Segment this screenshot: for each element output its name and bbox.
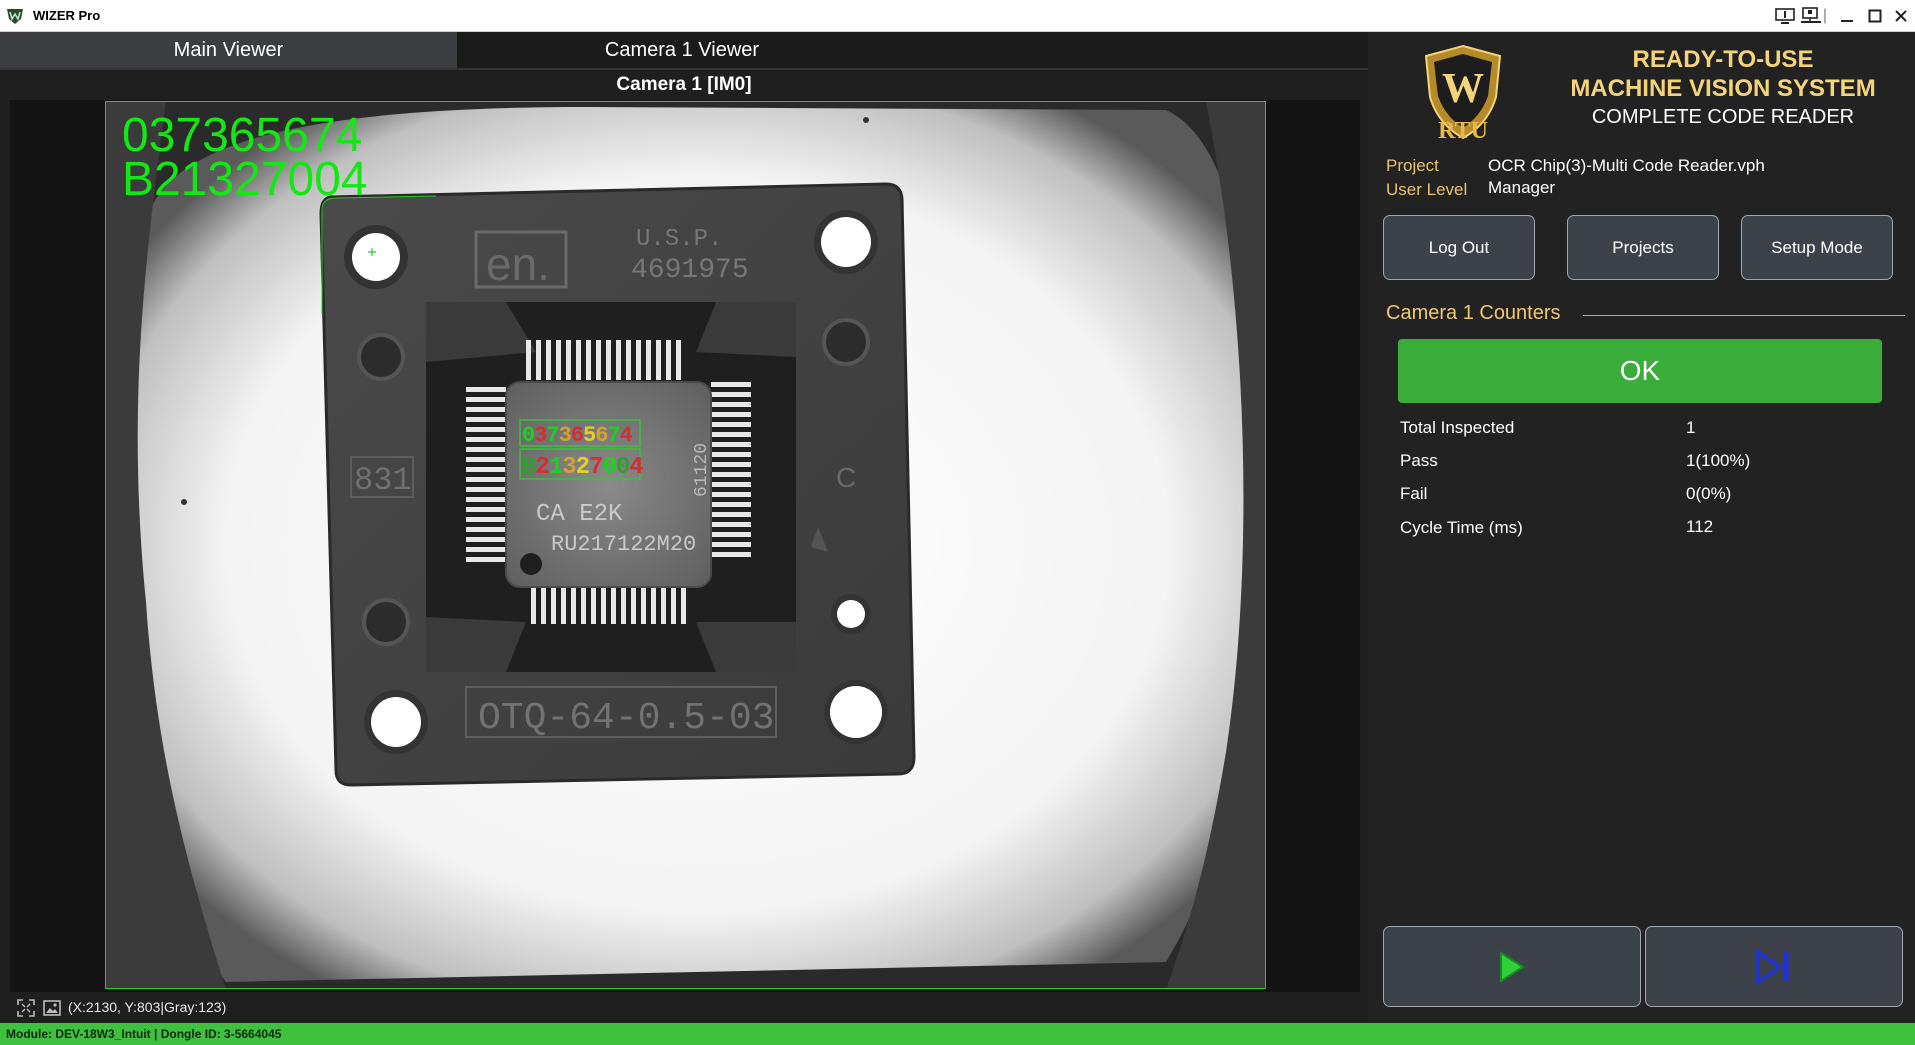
viewer-title: Camera 1 [IM0] xyxy=(616,74,752,95)
camera-image-frame[interactable]: en. U.S.P. 4691975 831 C OTQ-64-0.5-03 C… xyxy=(105,101,1266,989)
total-inspected-label: Total Inspected xyxy=(1400,418,1515,437)
status-text: Module: DEV-18W3_Intuit | Dongle ID: 3-5… xyxy=(6,1027,282,1041)
window-title: WIZER Pro xyxy=(33,8,101,23)
control-panel: W RTU READY-TO-USE MACHINE VISION SYSTEM… xyxy=(1368,32,1915,1023)
image-viewport[interactable]: en. U.S.P. 4691975 831 C OTQ-64-0.5-03 C… xyxy=(10,100,1360,992)
chip-text-line1: CA E2K xyxy=(536,501,623,528)
counters-divider xyxy=(1583,315,1905,316)
separator: | xyxy=(1822,7,1828,24)
brand-line-1: READY-TO-USE xyxy=(1632,46,1814,73)
socket-number-text: 831 xyxy=(354,462,412,499)
run-button[interactable] xyxy=(1383,926,1641,1007)
pass-value: 1(100%) xyxy=(1686,451,1751,470)
chip-side-text: 61120 xyxy=(692,443,712,497)
logo-rtu-text: RTU xyxy=(1438,118,1488,142)
step-forward-icon xyxy=(1756,948,1789,985)
pass-label: Pass xyxy=(1400,451,1438,470)
play-icon xyxy=(1500,950,1525,983)
logo-letter: W xyxy=(1442,66,1484,112)
step-button[interactable] xyxy=(1645,926,1903,1007)
cycle-time-value: 112 xyxy=(1686,517,1714,536)
fail-value: 0(0%) xyxy=(1686,484,1732,503)
chip-text-line2: RU217122M20 xyxy=(551,532,696,557)
chip-ocr-line1: 037365674 xyxy=(522,423,633,448)
pixel-coordinates: (X:2130, Y:803|Gray:123) xyxy=(68,999,227,1015)
log-out-button[interactable]: Log Out xyxy=(1383,215,1535,280)
ocr-result-line2: B21327004 xyxy=(122,153,368,206)
socket-logo-text: en. xyxy=(486,238,550,290)
wizer-logo-icon xyxy=(7,9,23,24)
fit-view-icon[interactable] xyxy=(16,998,36,1018)
total-inspected-value: 1 xyxy=(1686,418,1696,437)
fail-label: Fail xyxy=(1400,484,1428,503)
status-bar: Module: DEV-18W3_Intuit | Dongle ID: 3-5… xyxy=(0,1023,1915,1045)
usp-text: U.S.P. xyxy=(636,226,722,253)
viewer-tabs: Main Viewer Camera 1 Viewer xyxy=(0,32,1368,70)
maximize-icon[interactable] xyxy=(1862,5,1888,27)
chip-ocr-line2: B21327004 xyxy=(522,454,643,481)
setup-mode-button[interactable]: Setup Mode xyxy=(1741,215,1893,280)
copyright-text: C xyxy=(836,462,856,493)
rtu-shield-logo: W RTU xyxy=(1424,44,1502,142)
minimize-icon[interactable] xyxy=(1834,5,1860,27)
user-level-label: User Level xyxy=(1386,180,1468,199)
inspection-status-ok: OK xyxy=(1398,339,1882,403)
camera-image: en. U.S.P. 4691975 831 C OTQ-64-0.5-03 C… xyxy=(106,102,1265,988)
title-bar: WIZER Pro | xyxy=(0,0,1915,32)
project-label: Project xyxy=(1386,156,1439,175)
tab-main-viewer[interactable]: Main Viewer xyxy=(0,32,457,68)
image-icon[interactable] xyxy=(42,998,62,1018)
counters-title: Camera 1 Counters xyxy=(1386,302,1561,324)
coordinate-bar: (X:2130, Y:803|Gray:123) xyxy=(0,994,1368,1022)
cycle-time-label: Cycle Time (ms) xyxy=(1400,518,1523,537)
monitor-icon[interactable] xyxy=(1772,5,1798,27)
brand-line-2: MACHINE VISION SYSTEM xyxy=(1570,75,1876,102)
projects-button[interactable]: Projects xyxy=(1567,215,1719,280)
close-icon[interactable] xyxy=(1888,5,1914,27)
app-window: WIZER Pro | Main Viewer Camera 1 Viewer … xyxy=(0,0,1915,1045)
tab-camera-1-viewer[interactable]: Camera 1 Viewer xyxy=(457,32,907,68)
socket-model-text: OTQ-64-0.5-03 xyxy=(478,697,774,740)
user-level-value: Manager xyxy=(1488,178,1556,197)
project-value: OCR Chip(3)-Multi Code Reader.vph xyxy=(1488,156,1765,175)
patent-text: 4691975 xyxy=(631,255,749,286)
brand-line-3: COMPLETE CODE READER xyxy=(1591,106,1855,128)
